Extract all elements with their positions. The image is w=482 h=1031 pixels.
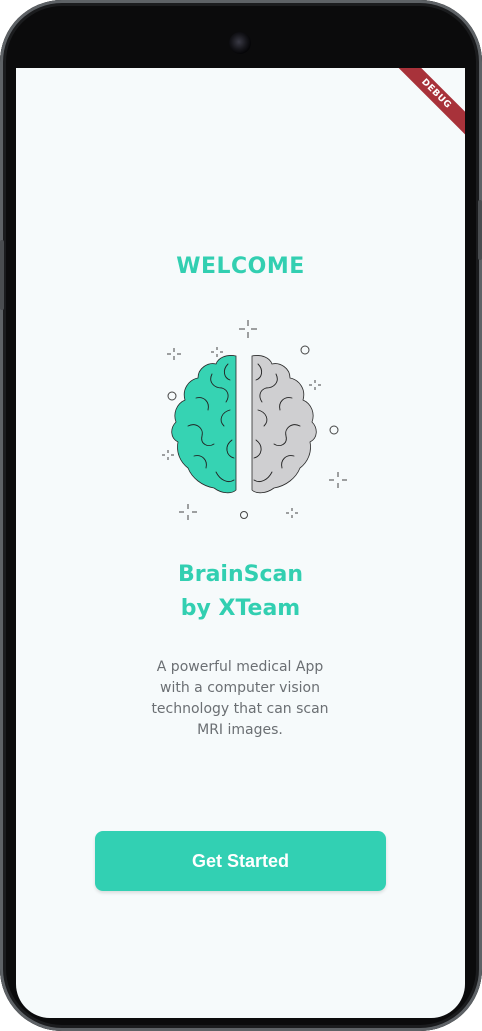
circle-dot-icon [240, 511, 248, 519]
sparkle-icon [167, 348, 181, 360]
sparkle-icon [309, 380, 321, 390]
sparkle-icon [239, 320, 257, 338]
get-started-button[interactable]: Get Started [95, 831, 386, 891]
circle-dot-icon [300, 345, 310, 355]
sparkle-icon [329, 472, 347, 488]
circle-dot-icon [329, 425, 339, 435]
app-name-line2: by XTeam [180, 596, 301, 621]
brain-left-hemisphere [171, 355, 237, 494]
sparkle-icon [179, 504, 197, 520]
brain-icon [171, 355, 317, 494]
sparkle-icon [211, 347, 223, 357]
app-name: BrainScan by XTeam [16, 558, 465, 626]
brain-right-hemisphere [251, 355, 317, 494]
debug-banner: DEBUG [391, 68, 465, 139]
power-button [478, 200, 482, 260]
sparkle-icon [286, 508, 298, 518]
app-name-line1: BrainScan [177, 562, 304, 587]
phone-frame: DEBUG WELCOME BrainScan by XTeam A power… [0, 0, 482, 1031]
circle-dot-icon [167, 391, 177, 401]
front-camera [229, 32, 251, 54]
volume-button [0, 240, 4, 310]
welcome-title: WELCOME [176, 254, 305, 279]
sparkle-icon [162, 450, 174, 460]
app-screen: DEBUG WELCOME BrainScan by XTeam A power… [16, 68, 465, 1018]
app-description: A powerful medical App with a computer v… [151, 659, 329, 738]
brain-illustration [162, 320, 347, 520]
